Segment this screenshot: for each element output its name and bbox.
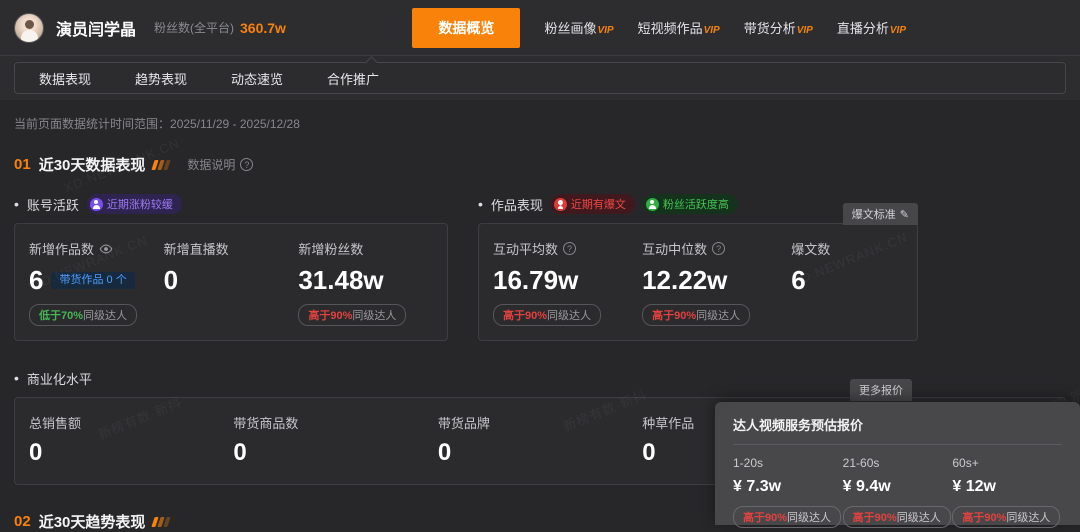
flame-icon	[554, 198, 567, 211]
fans-count-value: 360.7w	[240, 20, 286, 36]
tab-short-video-works[interactable]: 短视频作品VIP	[638, 18, 720, 37]
top-header: 演员闫学晶 粉丝数(全平台) 360.7w 数据概览 粉丝画像VIP 短视频作品…	[0, 0, 1080, 56]
metric-total-sales: 总销售额 0	[29, 413, 233, 470]
tab-live-analysis[interactable]: 直播分析VIP	[837, 18, 906, 37]
quote-60s-plus: 60s+ ¥ 12w 高于90%同级达人	[952, 456, 1062, 528]
quote-1-20s: 1-20s ¥ 7.3w 高于90%同级达人	[733, 456, 843, 528]
user-down-icon	[90, 198, 103, 211]
benchmark-pill: 高于90%同级达人	[298, 304, 406, 326]
metric-new-lives: 新增直播数 0	[164, 239, 299, 326]
subnav-band: 数据表现 趋势表现 动态速览 合作推广	[0, 56, 1080, 100]
edit-pencil-icon: ✎	[900, 208, 909, 221]
profile-avatar[interactable]	[14, 13, 44, 43]
account-activity-panel: • 账号活跃 近期涨粉较缓 新增作品数 6 带货作品 0 个	[14, 195, 448, 341]
bullet-icon: •	[14, 370, 19, 386]
date-range-value: 2025/11/29 - 2025/12/28	[170, 117, 300, 131]
top-nav: 数据概览 粉丝画像VIP 短视频作品VIP 带货分析VIP 直播分析VIP	[412, 8, 906, 48]
tab-commerce-analysis[interactable]: 带货分析VIP	[744, 18, 813, 37]
section-name: 近30天数据表现	[39, 154, 146, 175]
help-icon[interactable]: ?	[563, 242, 576, 255]
metric-avg-interaction: 互动平均数 ? 16.79w 高于90%同级达人	[493, 239, 642, 326]
profile-name: 演员闫学晶	[56, 16, 136, 40]
works-performance-panel: • 作品表现 近期有爆文 粉丝活跃度高 爆文标准 ✎ 互动平	[478, 195, 918, 341]
user-up-icon	[646, 198, 659, 211]
subnav-bar: 数据表现 趋势表现 动态速览 合作推广	[14, 62, 1066, 94]
subnav-data-performance[interactable]: 数据表现	[39, 69, 91, 88]
subnav-cooperation-promo[interactable]: 合作推广	[327, 69, 379, 88]
panel-title: 商业化水平	[27, 369, 92, 388]
hot-content-badge: 近期有爆文	[551, 194, 635, 214]
help-icon[interactable]: ?	[240, 158, 253, 171]
metric-brand-count: 带货品牌 0	[438, 413, 642, 470]
tab-fans-profile[interactable]: 粉丝画像VIP	[544, 18, 613, 37]
data-description-link[interactable]: 数据说明	[187, 156, 235, 173]
panel-title: 账号活跃	[27, 195, 79, 214]
works-performance-card: 爆文标准 ✎ 互动平均数 ? 16.79w 高于90%同级达人 互动中位数	[478, 223, 918, 341]
metric-median-interaction: 互动中位数 ? 12.22w 高于90%同级达人	[642, 239, 791, 326]
burst-standard-button[interactable]: 爆文标准 ✎	[843, 203, 918, 225]
fans-active-badge: 粉丝活跃度高	[643, 194, 738, 214]
vip-badge: VIP	[890, 25, 906, 36]
vip-badge: VIP	[704, 25, 720, 36]
section-number: 01	[14, 156, 31, 173]
benchmark-pill: 高于90%同级达人	[642, 304, 750, 326]
commerce-works-tag: 带货作品 0 个	[51, 272, 134, 289]
panel-title: 作品表现	[491, 195, 543, 214]
bullet-icon: •	[478, 196, 483, 212]
more-quotes-button[interactable]: 更多报价	[850, 379, 912, 401]
date-range-label: 当前页面数据统计时间范围：	[14, 117, 170, 131]
date-range-line: 当前页面数据统计时间范围：2025/11/29 - 2025/12/28	[14, 100, 1066, 132]
benchmark-pill: 低于70%同级达人	[29, 304, 137, 326]
metric-product-count: 带货商品数 0	[233, 413, 437, 470]
quote-icon	[153, 160, 169, 170]
popup-title: 达人视频服务预估报价	[733, 415, 1062, 445]
vip-badge: VIP	[797, 25, 813, 36]
video-quote-popup: 达人视频服务预估报价 1-20s ¥ 7.3w 高于90%同级达人 21-60s…	[715, 402, 1080, 525]
quote-icon	[153, 517, 169, 527]
slow-growth-badge: 近期涨粉较缓	[87, 194, 182, 214]
benchmark-pill: 高于90%同级达人	[493, 304, 601, 326]
section-number: 02	[14, 513, 31, 530]
tab-data-overview[interactable]: 数据概览	[412, 8, 520, 48]
eye-icon[interactable]	[99, 242, 113, 256]
metric-new-fans: 新增粉丝数 31.48w 高于90%同级达人	[298, 239, 433, 326]
bullet-icon: •	[14, 196, 19, 212]
quote-21-60s: 21-60s ¥ 9.4w 高于90%同级达人	[843, 456, 953, 528]
section-name: 近30天趋势表现	[39, 511, 146, 532]
metric-new-works: 新增作品数 6 带货作品 0 个 低于70%同级达人	[29, 239, 164, 326]
metric-burst-count: 爆文数 6	[791, 239, 903, 326]
subnav-trend-performance[interactable]: 趋势表现	[135, 69, 187, 88]
vip-badge: VIP	[597, 25, 613, 36]
account-activity-card: 新增作品数 6 带货作品 0 个 低于70%同级达人 新增直播数 0	[14, 223, 448, 341]
section-01-title: 01 近30天数据表现 数据说明 ?	[14, 154, 1066, 175]
help-icon[interactable]: ?	[712, 242, 725, 255]
subnav-caret	[365, 56, 378, 69]
fans-count-label: 粉丝数(全平台)	[154, 19, 234, 36]
subnav-activity-overview[interactable]: 动态速览	[231, 69, 283, 88]
